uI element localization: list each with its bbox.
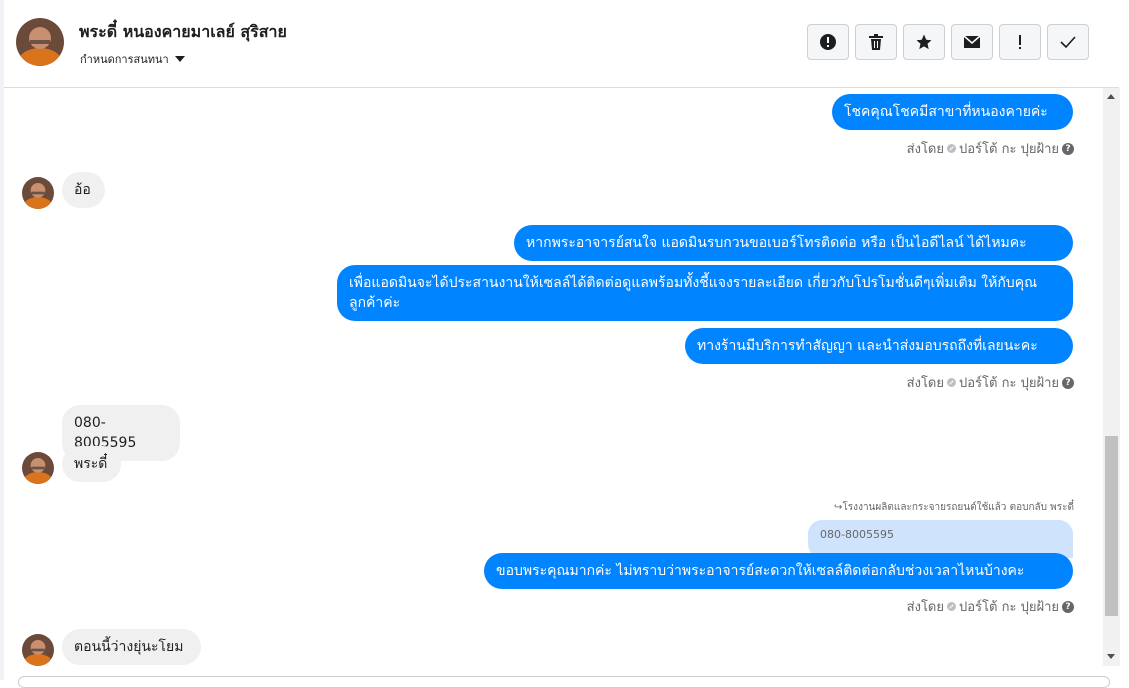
reply-note: ↪โรงงานผลิตและกระจายรถยนต์ใช้แล้ว ตอบกลั… [834, 500, 1074, 515]
envelope-icon [963, 35, 981, 48]
reply-note-text: โรงงานผลิตและกระจายรถยนต์ใช้แล้ว ตอบกลับ… [842, 502, 1074, 513]
conversation-toolbar [807, 24, 1089, 60]
contact-avatar-small [22, 634, 54, 666]
mark-unread-button[interactable] [951, 24, 993, 60]
star-icon [916, 34, 932, 50]
outgoing-message[interactable]: หากพระอาจารย์สนใจ แอดมินรบกวนขอเบอร์โทรต… [514, 225, 1073, 261]
alert-circle-icon [820, 34, 836, 50]
help-icon[interactable]: ? [1062, 142, 1074, 155]
spam-button[interactable] [807, 24, 849, 60]
star-button[interactable] [903, 24, 945, 60]
agent-name: ปอร์โต้ กะ ปุยฝ้าย [959, 376, 1059, 391]
caret-down-icon [174, 56, 185, 62]
agent-badge-icon [947, 144, 956, 153]
conversation-header: พระดี๋ หนองคายมาเลย์ สุริสาย กำหนดการสนท… [4, 0, 1119, 88]
sent-by-label: ส่งโดย [906, 600, 944, 615]
agent-badge-icon [947, 378, 956, 387]
help-icon[interactable]: ? [1062, 376, 1074, 389]
contact-name: พระดี๋ หนองคายมาเลย์ สุริสาย [79, 22, 287, 41]
contact-avatar-small [22, 177, 54, 209]
trash-icon [869, 34, 883, 50]
sent-by-label: ส่งโดย [906, 376, 944, 391]
message-composer[interactable] [18, 676, 1110, 688]
outgoing-message[interactable]: ทางร้านมีบริการทำสัญญา และนำส่งมอบรถถึงท… [685, 328, 1073, 364]
left-panel-edge [0, 0, 4, 680]
outgoing-message[interactable]: ขอบพระคุณมากค่ะ ไม่ทราบว่าพระอาจารย์สะดว… [484, 553, 1073, 589]
scroll-up-arrow-icon[interactable] [1107, 94, 1115, 99]
assign-conversation-dropdown[interactable]: กำหนดการสนทนา [80, 50, 185, 68]
outgoing-message[interactable]: โชคคุณโชคมีสาขาที่หนองคายค่ะ [832, 94, 1073, 130]
scrollbar-thumb[interactable] [1105, 436, 1118, 616]
sent-by-info: ส่งโดย ปอร์โต้ กะ ปุยฝ้าย ? [907, 138, 1074, 159]
done-button[interactable] [1047, 24, 1089, 60]
delete-button[interactable] [855, 24, 897, 60]
contact-avatar-small [22, 452, 54, 484]
outgoing-message[interactable]: เพื่อแอดมินจะได้ประสานงานให้เซลล์ได้ติดต… [337, 265, 1073, 321]
message-scrollbar[interactable] [1103, 88, 1120, 666]
agent-name: ปอร์โต้ กะ ปุยฝ้าย [959, 600, 1059, 615]
agent-name: ปอร์โต้ กะ ปุยฝ้าย [959, 142, 1059, 157]
sent-by-info: ส่งโดย ปอร์โต้ กะ ปุยฝ้าย ? [907, 596, 1074, 617]
help-icon[interactable]: ? [1062, 600, 1074, 613]
exclamation-icon [1019, 35, 1021, 49]
agent-badge-icon [947, 602, 956, 611]
sent-by-label: ส่งโดย [906, 142, 944, 157]
right-edge [1120, 0, 1129, 680]
incoming-message[interactable]: ตอนนี้ว่างยุ่นะโยม [62, 629, 201, 665]
incoming-message[interactable]: พระดี๋ [62, 446, 121, 482]
sent-by-info: ส่งโดย ปอร์โต้ กะ ปุยฝ้าย ? [907, 372, 1074, 393]
incoming-message[interactable]: อ้อ [62, 172, 105, 208]
scroll-down-arrow-icon[interactable] [1107, 654, 1115, 659]
follow-up-button[interactable] [999, 24, 1041, 60]
check-icon [1060, 36, 1076, 48]
assign-label: กำหนดการสนทนา [80, 53, 169, 66]
contact-avatar[interactable] [16, 18, 64, 66]
